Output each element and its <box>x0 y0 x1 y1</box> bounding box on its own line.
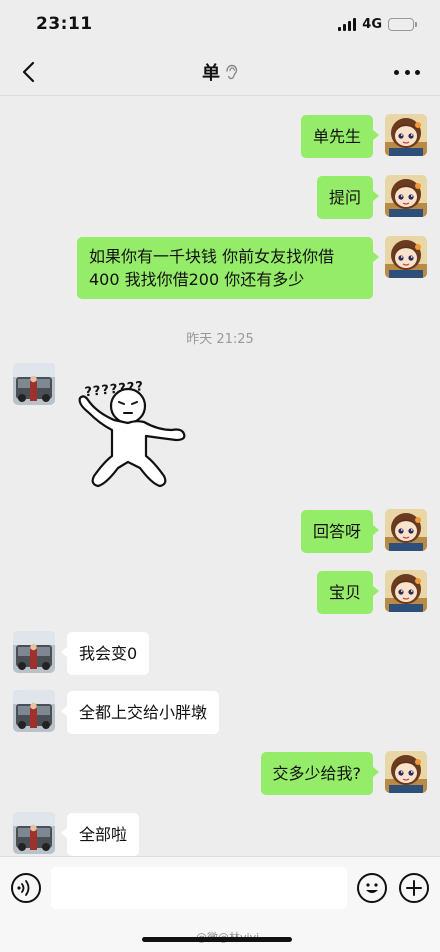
message-text: 全部啦 <box>79 825 128 844</box>
contact-name: 单 <box>202 62 220 84</box>
message-row: 全都上交给小胖墩 <box>0 690 440 734</box>
message-bubble[interactable]: 全部啦 <box>60 813 140 856</box>
message-text-line: 如果你有一千块钱 你前女友找你借 <box>89 247 335 266</box>
status-indicators: 4G <box>338 16 417 32</box>
message-row: 单先生 <box>0 114 440 158</box>
plus-icon[interactable] <box>399 873 429 903</box>
my-avatar[interactable] <box>385 751 427 793</box>
status-time: 23:11 <box>36 14 93 34</box>
my-avatar[interactable] <box>385 570 427 612</box>
message-row: 宝贝 <box>0 570 440 614</box>
message-row: 提问 <box>0 175 440 219</box>
message-bubble[interactable]: 宝贝 <box>316 571 380 614</box>
emoji-icon[interactable] <box>357 873 387 903</box>
more-icon[interactable] <box>394 62 420 82</box>
network-type: 4G <box>362 16 382 32</box>
chat-title: 单 <box>202 59 238 85</box>
chat-header: 单 <box>0 48 440 96</box>
message-bubble[interactable]: 如果你有一千块钱 你前女友找你借 400 我找你借200 你还有多少 <box>77 237 379 299</box>
message-text: 我会变0 <box>79 644 138 663</box>
message-row: 如果你有一千块钱 你前女友找你借 400 我找你借200 你还有多少 <box>0 236 440 302</box>
message-text: 宝贝 <box>328 583 361 602</box>
message-row: 回答呀 <box>0 509 440 553</box>
message-row: 交多少给我? <box>0 751 440 795</box>
home-indicator[interactable] <box>142 937 292 942</box>
message-bubble[interactable]: 提问 <box>316 176 380 219</box>
message-row: 我会变0 <box>0 631 440 675</box>
status-bar: 23:11 4G <box>0 0 440 48</box>
message-text: 交多少给我? <box>272 764 362 783</box>
ear-icon <box>224 64 238 80</box>
battery-icon <box>388 17 417 31</box>
my-avatar[interactable] <box>385 114 427 156</box>
message-row: 全部啦 <box>0 812 440 856</box>
message-text: 全都上交给小胖墩 <box>79 703 208 722</box>
message-input[interactable] <box>51 867 347 909</box>
message-text: 提问 <box>328 188 361 207</box>
message-text-line: 400 我找你借200 你还有多少 <box>89 270 305 289</box>
contact-avatar[interactable] <box>13 363 55 405</box>
message-text: 单先生 <box>312 127 361 146</box>
contact-avatar[interactable] <box>13 690 55 732</box>
contact-avatar[interactable] <box>13 631 55 673</box>
contact-avatar[interactable] <box>13 812 55 854</box>
message-bubble[interactable]: 单先生 <box>300 115 380 158</box>
voice-icon[interactable] <box>11 873 41 903</box>
my-avatar[interactable] <box>385 236 427 278</box>
message-text: 回答呀 <box>312 522 361 541</box>
back-arrow-icon[interactable] <box>16 58 44 86</box>
signal-icon <box>338 17 357 31</box>
message-bubble[interactable]: 我会变0 <box>60 632 150 675</box>
my-avatar[interactable] <box>385 175 427 217</box>
chat-timestamp: 昨天 21:25 <box>186 332 254 347</box>
message-bubble[interactable]: 回答呀 <box>300 510 380 553</box>
message-bubble[interactable]: 交多少给我? <box>260 752 379 795</box>
message-bubble[interactable]: 全都上交给小胖墩 <box>60 691 220 734</box>
my-avatar[interactable] <box>385 509 427 551</box>
confused-sticker[interactable]: ??????? <box>66 364 194 490</box>
